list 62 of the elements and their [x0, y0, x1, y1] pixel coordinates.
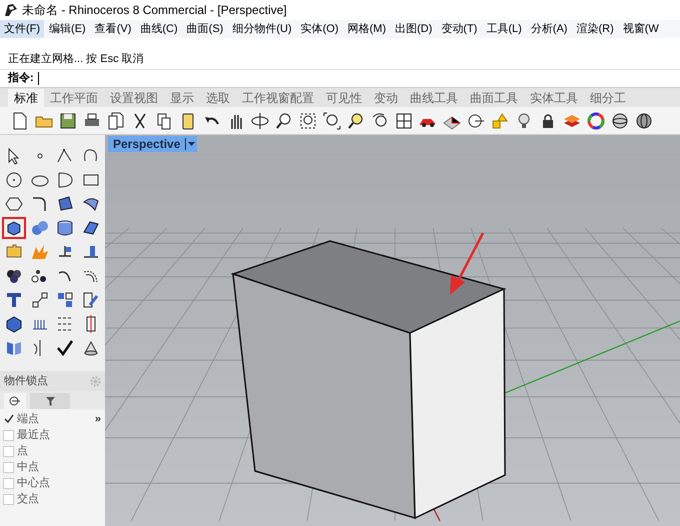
window-title: 未命名 - Rhinoceros 8 Commercial - [Perspective]: [22, 2, 287, 19]
spheres-icon[interactable]: [30, 218, 50, 238]
sphere-icon[interactable]: [610, 110, 630, 130]
dropdown-caret-icon[interactable]: [187, 140, 196, 148]
snap-label: 端点: [17, 412, 39, 427]
snap-tab[interactable]: [4, 393, 26, 409]
expand-toggle[interactable]: »: [94, 409, 105, 428]
array-icon[interactable]: [55, 290, 76, 310]
toolbar-tab[interactable]: 曲面工具: [464, 89, 524, 107]
menu-item[interactable]: 变动(T): [437, 20, 482, 38]
menu-item[interactable]: 细分物件(U): [228, 20, 296, 38]
solid-block-icon[interactable]: [4, 314, 24, 334]
toolbar-tab[interactable]: 工作平面: [44, 89, 104, 107]
wire-sphere-icon[interactable]: [634, 110, 654, 130]
menu-item[interactable]: 曲线(C): [136, 20, 182, 38]
toolbar-tab[interactable]: 实体工具: [524, 89, 584, 107]
panel-title: 物件锁点: [4, 374, 48, 389]
menu-item[interactable]: 网格(M): [344, 20, 390, 38]
menu-item[interactable]: 渲染(R): [572, 20, 618, 38]
rotate-view-icon[interactable]: [250, 110, 270, 130]
circle-icon[interactable]: [4, 170, 24, 190]
snap-label: 中心点: [17, 476, 50, 491]
menu-item[interactable]: 文件(F): [0, 20, 44, 38]
toolbar-tab[interactable]: 设置视图: [104, 89, 164, 107]
cylinder-icon[interactable]: [55, 218, 76, 238]
toolbar-tab[interactable]: 细分工: [584, 89, 632, 107]
command-history-line: 正在建立网格... 按 Esc 取消: [8, 52, 145, 67]
viewport-tab[interactable]: Perspective: [108, 136, 198, 152]
zoom-window-icon[interactable]: [298, 110, 318, 130]
menu-item[interactable]: 实体(O): [296, 20, 343, 38]
menu-item[interactable]: 分析(A): [526, 20, 572, 38]
scale-icon[interactable]: [30, 290, 50, 310]
checkbox[interactable]: [3, 414, 14, 424]
four-viewports-icon[interactable]: [394, 110, 414, 130]
filter-icon: [44, 396, 56, 406]
app-logo-icon: [4, 3, 18, 17]
menu-item[interactable]: 曲面(S): [182, 20, 228, 38]
filter-tab[interactable]: [30, 393, 70, 409]
snap-label: 点: [17, 444, 28, 459]
toolbar-tab[interactable]: 选取: [200, 89, 236, 107]
snap-label: 交点: [17, 492, 39, 507]
toolbar-tab[interactable]: 标准: [8, 89, 44, 107]
pages-icon[interactable]: [106, 110, 126, 130]
toolbar-tab[interactable]: 工作视窗配置: [236, 89, 320, 107]
menu-item[interactable]: 视窗(W: [618, 20, 663, 38]
color-wheel-icon[interactable]: [586, 110, 606, 130]
menu-item[interactable]: 查看(V): [90, 20, 136, 38]
target-icon: [9, 396, 21, 406]
command-field[interactable]: 指令:: [0, 69, 680, 87]
toolbar-tab[interactable]: 曲线工具: [404, 89, 464, 107]
checkmark-icon[interactable]: [55, 338, 76, 358]
arrow-drawing: [450, 232, 484, 295]
snap-label: 最近点: [17, 428, 50, 443]
snap-label: 中点: [17, 460, 39, 475]
menu-item[interactable]: 出图(D): [391, 20, 436, 38]
toolbar-tab[interactable]: 可见性: [320, 89, 368, 107]
toolbar-tab[interactable]: 变动: [368, 89, 404, 107]
menu-item[interactable]: 工具(L): [482, 20, 526, 38]
shapes-icon[interactable]: [490, 110, 510, 130]
menu-item[interactable]: 编辑(E): [45, 20, 90, 38]
zoom-extents-icon[interactable]: [322, 110, 342, 130]
toolbar-tab[interactable]: 显示: [164, 89, 200, 107]
